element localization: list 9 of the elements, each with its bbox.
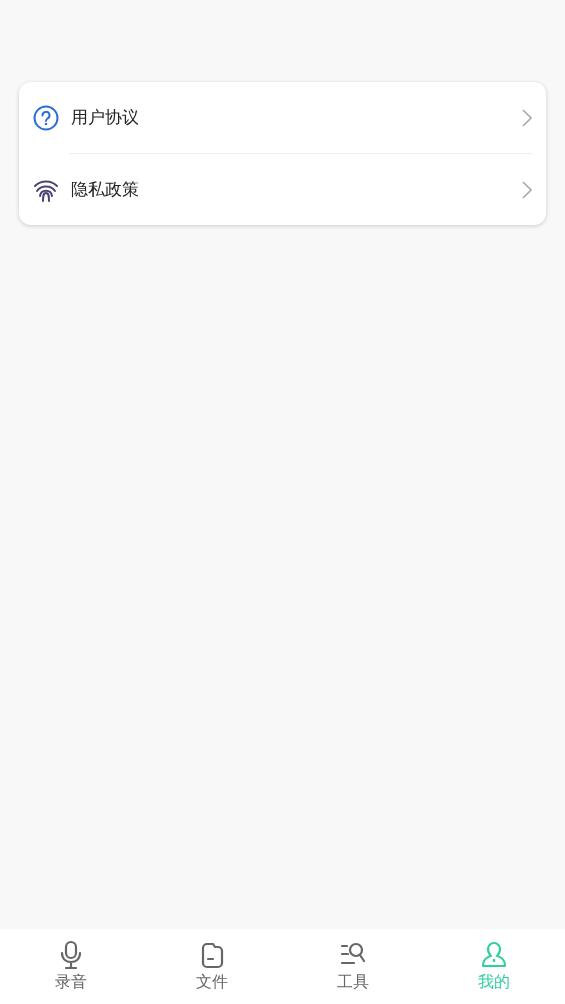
- chevron-right-icon: [522, 108, 532, 127]
- help-icon: [33, 104, 59, 131]
- menu-item[interactable]: 隐私政策: [71, 178, 510, 201]
- chevron-right-icon: [522, 180, 532, 199]
- menu-item[interactable]: 用户协议: [71, 106, 510, 129]
- nav-tab[interactable]: 工具: [282, 929, 424, 1004]
- user-icon: [481, 940, 508, 970]
- nav-tab[interactable]: 文件: [141, 929, 283, 1004]
- nav-tab[interactable]: 录音: [0, 929, 142, 1004]
